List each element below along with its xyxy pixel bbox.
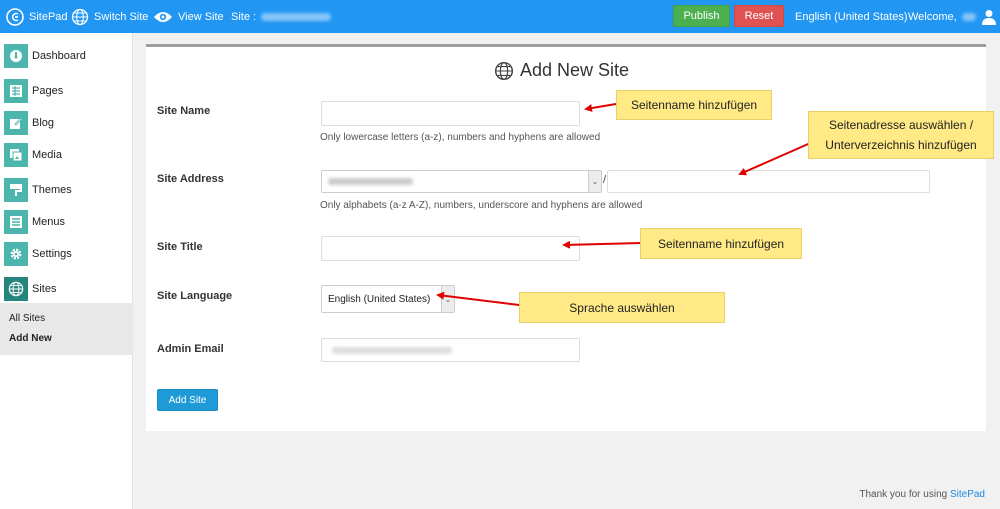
- arrow-site-title: [562, 240, 641, 249]
- callout-site-name: Seitenname hinzufügen: [616, 90, 772, 120]
- arrow-site-address: [738, 140, 816, 176]
- annotation-arrows: [436, 103, 816, 306]
- footer-sitepad-link[interactable]: SitePad: [950, 489, 985, 500]
- arrow-language: [436, 291, 520, 306]
- arrow-site-name: [584, 103, 617, 112]
- callout-language: Sprache auswählen: [519, 292, 725, 323]
- footer-text: Thank you for using: [859, 489, 948, 500]
- callout-site-address: Seitenadresse auswählen / Unterverzeichn…: [808, 111, 994, 159]
- footer: Thank you for using SitePad: [859, 489, 985, 500]
- callout-site-title: Seitenname hinzufügen: [640, 228, 802, 259]
